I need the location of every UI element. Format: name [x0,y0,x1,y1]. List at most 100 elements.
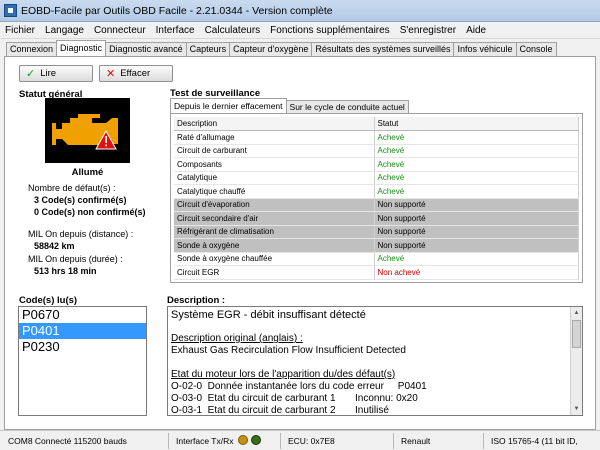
menu-bar: Fichier Langage Connecteur Interface Cal… [0,22,600,39]
monitor-status: Achevé [374,171,579,185]
code-item[interactable]: P0401 [19,323,146,339]
engine-warning-icon [45,98,130,163]
description-scrollbar[interactable]: ▲ ▼ [570,307,582,415]
monitor-description: Raté d'allumage [174,130,375,145]
monitor-status: Non supporté [374,238,579,253]
scroll-thumb[interactable] [572,320,581,348]
monitor-status: Non achevé [374,265,579,280]
cross-icon: ✕ [106,68,116,80]
code-item[interactable]: P0670 [19,307,146,323]
monitor-status: Achevé [374,184,579,199]
monitoring-subtabs: Depuis le dernier effacement Sur le cycl… [170,98,409,113]
code-item[interactable]: P0230 [19,339,146,355]
menu-calculateurs[interactable]: Calculateurs [205,25,261,36]
monitor-row[interactable]: Circuit EGR Non achevé [174,265,579,280]
protocol-status: ISO 15765-4 (11 bit ID, [491,436,578,446]
clear-button[interactable]: ✕ Effacer [99,65,173,82]
original-description-text: Exhaust Gas Recirculation Flow Insuffici… [171,345,406,356]
tab-resultats[interactable]: Résultats des systèmes surveillés [311,42,455,56]
monitor-status: Achevé [374,252,579,266]
fault-count-label: Nombre de défaut(s) : [28,183,116,193]
description-title: Description : [167,295,226,306]
freeze-frame-line: O-03-1 Etat du circuit de carburant 2 In… [171,405,389,416]
clear-button-label: Effacer [120,68,151,79]
menu-interface[interactable]: Interface [156,25,195,36]
engine-state-label: Etat du moteur lors de l'apparition du/d… [171,369,396,380]
subtab-since-clear[interactable]: Depuis le dernier effacement [170,98,287,113]
title-bar: EOBD-Facile par Outils OBD Facile - 2.21… [0,0,600,22]
tab-console[interactable]: Console [515,42,557,56]
tab-diagnostic-avance[interactable]: Diagnostic avancé [105,42,187,56]
tab-diagnostic[interactable]: Diagnostic [56,40,107,56]
tab-connexion[interactable]: Connexion [6,42,58,56]
column-statut[interactable]: Statut [374,117,579,131]
monitor-status: Achevé [374,144,579,158]
app-icon [4,4,17,17]
monitoring-table: Description Statut Raté d'allumage Achevé… [174,117,579,280]
codes-title: Code(s) lu(s) [19,295,78,306]
freeze-frame-line: O-02-0 Donnée instantanée lors du code e… [171,381,427,392]
scroll-down-icon[interactable]: ▼ [571,403,582,415]
monitor-row[interactable]: Réfrigérant de climatisation Non supporté [174,225,579,239]
grid-header: Description Statut [174,117,579,131]
menu-enregistrer[interactable]: S'enregistrer [400,25,456,36]
monitor-row[interactable]: Catalytique chauffé Achevé [174,184,579,199]
monitor-description: Sonde à oxygène [174,238,375,253]
monitor-row[interactable]: Catalytique Achevé [174,171,579,185]
connection-status: COM8 Connecté 115200 bauds [8,436,127,446]
tab-infos-vehicule[interactable]: Infos véhicule [453,42,517,56]
description-box[interactable]: Système EGR - débit insuffisant détecté … [167,306,583,416]
mil-distance: 58842 km [34,241,75,251]
vehicle-brand: Renault [401,436,431,446]
read-button[interactable]: ✓ Lire [19,65,93,82]
ecu-status: ECU: 0x7E8 [288,436,335,446]
monitor-row[interactable]: Circuit de carburant Achevé [174,144,579,158]
description-heading: Système EGR - débit insuffisant détecté [171,309,366,321]
monitor-description: Composants [174,157,375,172]
monitor-row[interactable]: Sonde à oxygène chauffée Achevé [174,252,579,266]
rx-led-icon [251,435,261,445]
freeze-frame-line: O-03-0 Etat du circuit de carburant 1 In… [171,393,418,404]
monitor-description: Circuit d'évaporation [174,198,375,212]
monitor-status: Non supporté [374,198,579,212]
menu-fichier[interactable]: Fichier [5,25,35,36]
mil-distance-label: MIL On depuis (distance) : [28,229,134,239]
monitor-row[interactable]: Raté d'allumage Achevé [174,130,579,145]
column-description[interactable]: Description [174,117,375,131]
main-tabs: Connexion Diagnostic Diagnostic avancé C… [6,40,557,56]
monitor-row[interactable]: Composants Achevé [174,157,579,172]
menu-connecteur[interactable]: Connecteur [94,25,146,36]
original-description-label: Description original (anglais) : [171,333,303,344]
monitor-description: Catalytique [174,171,375,185]
monitor-status: Achevé [374,157,579,172]
mil-duration-label: MIL On depuis (durée) : [28,254,123,264]
monitor-description: Circuit de carburant [174,144,375,158]
monitor-description: Circuit EGR [174,265,375,280]
monitor-description: Catalytique chauffé [174,184,375,199]
monitor-status: Non supporté [374,225,579,239]
menu-fonctions[interactable]: Fonctions supplémentaires [270,25,390,36]
monitor-row[interactable]: Circuit secondaire d'air Non supporté [174,211,579,226]
subtab-current-cycle[interactable]: Sur le cycle de conduite actuel [285,100,409,113]
monitor-row[interactable]: Circuit d'évaporation Non supporté [174,198,579,212]
monitor-description: Réfrigérant de climatisation [174,225,375,239]
tab-capteurs[interactable]: Capteurs [185,42,231,56]
codes-list[interactable]: P0670 P0401 P0230 [18,306,147,416]
mil-duration: 513 hrs 18 min [34,266,97,276]
scroll-up-icon[interactable]: ▲ [571,307,582,319]
window-title: EOBD-Facile par Outils OBD Facile - 2.21… [21,4,333,17]
read-button-label: Lire [40,68,57,79]
confirmed-count: 3 Code(s) confirmé(s) [34,195,127,205]
monitor-status: Non supporté [374,211,579,226]
monitor-status: Achevé [374,130,579,145]
tab-capteur-oxygene[interactable]: Capteur d'oxygène [229,42,313,56]
monitoring-grid: Description Statut Raté d'allumage Achevé… [170,113,583,283]
monitor-row[interactable]: Sonde à oxygène Non supporté [174,238,579,253]
menu-aide[interactable]: Aide [466,25,486,36]
menu-langage[interactable]: Langage [45,25,84,36]
monitor-description: Circuit secondaire d'air [174,211,375,226]
check-icon: ✓ [26,68,36,80]
tx-led-icon [238,435,248,445]
monitor-description: Sonde à oxygène chauffée [174,252,375,266]
status-bar: COM8 Connecté 115200 bauds Interface Tx/… [0,430,600,450]
